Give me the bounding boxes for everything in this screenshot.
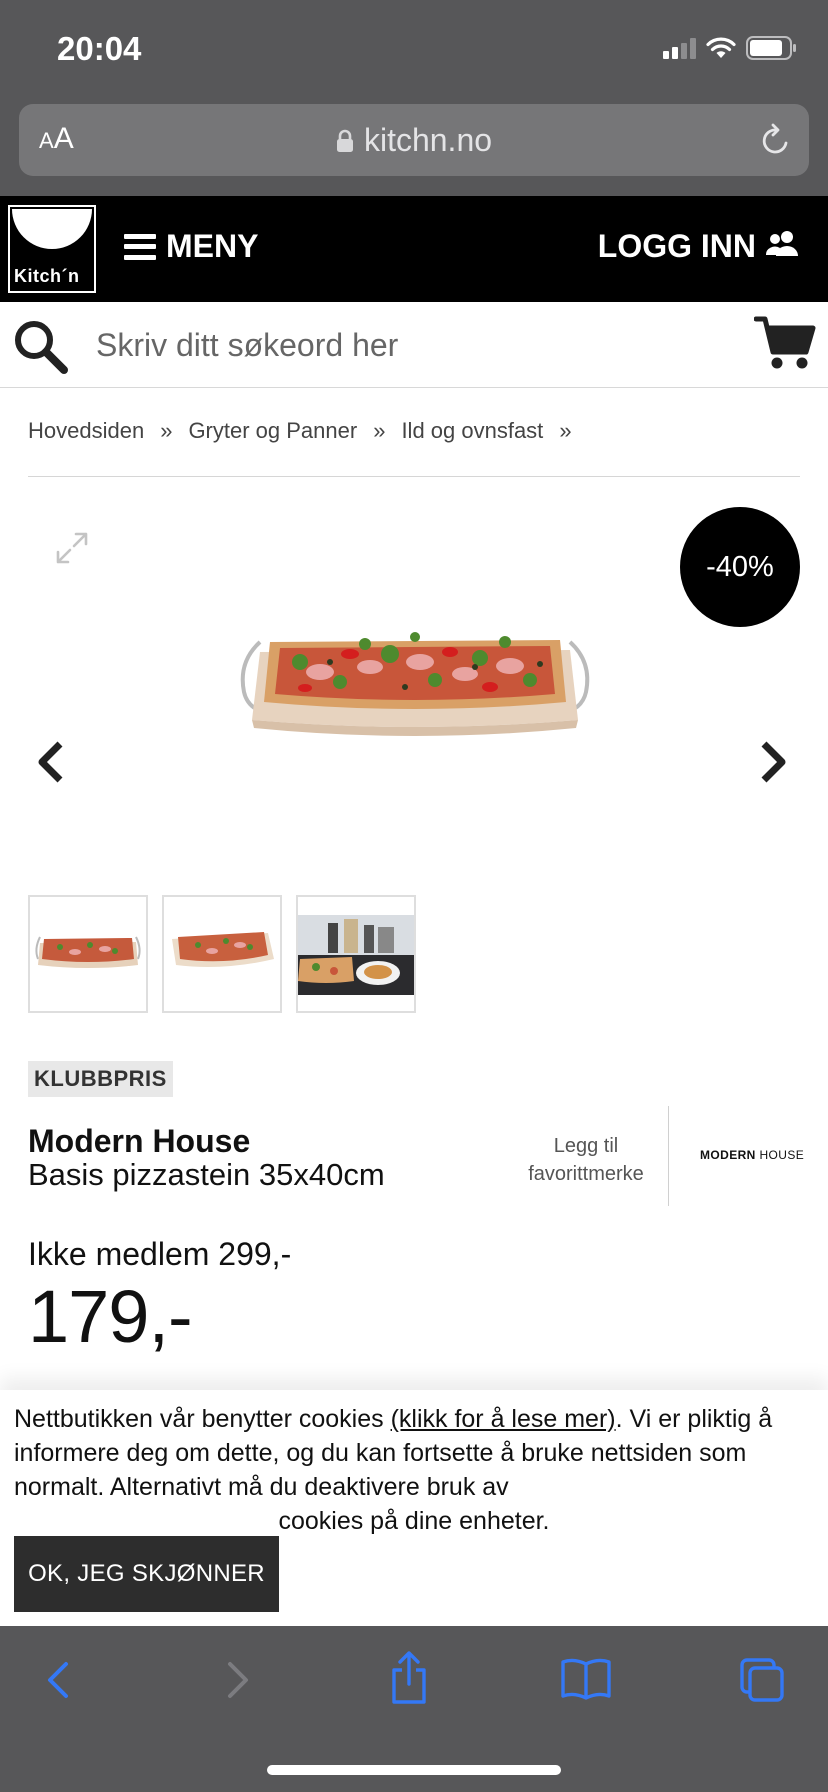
address-bar[interactable]: AA kitchn.no xyxy=(19,104,809,176)
product-title: Basis pizzastein 35x40cm xyxy=(28,1157,385,1192)
reload-icon[interactable] xyxy=(759,122,793,163)
site-header: Kitch´n MENY LOGG INN xyxy=(0,196,828,302)
breadcrumb-separator: » xyxy=(373,418,386,443)
breadcrumb-ovenware[interactable]: Ild og ovnsfast xyxy=(401,418,543,444)
user-group-icon xyxy=(765,228,798,265)
status-time: 20:04 xyxy=(57,30,142,67)
wifi-icon xyxy=(706,37,736,59)
cookie-message: Nettbutikken vår benytter cookies (klikk… xyxy=(14,1405,773,1535)
product-image[interactable] xyxy=(230,592,600,777)
back-icon[interactable] xyxy=(42,1656,76,1709)
bookmarks-icon[interactable] xyxy=(560,1656,612,1705)
thumbnail-1[interactable] xyxy=(28,895,148,1013)
logo-text: Kitch´n xyxy=(14,266,80,286)
url-display[interactable]: kitchn.no xyxy=(19,122,809,161)
gallery-prev-button[interactable] xyxy=(36,740,66,789)
login-label: LOGG INN xyxy=(597,228,756,264)
home-indicator xyxy=(267,1765,561,1775)
tabs-icon[interactable] xyxy=(738,1656,786,1709)
share-icon[interactable] xyxy=(388,1650,430,1711)
divider xyxy=(668,1106,669,1206)
favorite-line-2: favorittmerke xyxy=(528,1163,644,1185)
signal-icon xyxy=(663,37,696,59)
gallery-next-button[interactable] xyxy=(758,740,788,789)
cookie-banner: Nettbutikken vår benytter cookies (klikk… xyxy=(0,1390,828,1626)
cookie-accept-button[interactable]: OK, JEG SKJØNNER xyxy=(14,1536,279,1612)
add-favorite-brand-link[interactable]: Legg til favorittmerke xyxy=(510,1132,662,1188)
discount-badge: -40% xyxy=(680,507,800,627)
status-icons xyxy=(663,36,798,60)
hamburger-icon xyxy=(124,233,156,260)
breadcrumb-separator: » xyxy=(559,418,572,443)
breadcrumb-pots-pans[interactable]: Gryter og Panner xyxy=(188,418,357,444)
login-button[interactable]: LOGG INN xyxy=(598,228,798,265)
breadcrumb-divider xyxy=(28,476,800,477)
brand-logo[interactable]: MODERN HOUSE xyxy=(700,1148,804,1162)
menu-button[interactable]: MENY xyxy=(124,228,258,265)
thumbnail-2[interactable] xyxy=(162,895,282,1013)
thumbnail-3[interactable] xyxy=(296,895,416,1013)
search-input[interactable] xyxy=(96,320,716,370)
club-price-badge: KLUBBPRIS xyxy=(28,1061,173,1097)
url-text: kitchn.no xyxy=(363,122,493,158)
favorite-line-1: Legg til xyxy=(553,1135,619,1157)
regular-price: Ikke medlem 299,- xyxy=(28,1236,292,1272)
breadcrumb-home[interactable]: Hovedsiden xyxy=(28,418,144,444)
search-icon[interactable] xyxy=(12,318,70,381)
lock-icon xyxy=(336,124,354,161)
breadcrumb: Hovedsiden » Gryter og Panner » Ild og o… xyxy=(28,418,588,444)
logo-bowl-icon xyxy=(12,209,92,249)
forward-icon[interactable] xyxy=(220,1656,254,1709)
thumbnail-strip xyxy=(28,895,416,1013)
kitchn-logo[interactable]: Kitch´n xyxy=(8,205,96,293)
product-brand[interactable]: Modern House xyxy=(28,1123,250,1160)
expand-icon[interactable] xyxy=(54,530,90,571)
menu-label: MENY xyxy=(166,228,259,264)
breadcrumb-separator: » xyxy=(160,418,173,443)
battery-icon xyxy=(746,36,798,60)
club-price: 179,- xyxy=(28,1275,193,1358)
search-bar xyxy=(0,302,828,388)
cookie-read-more-link[interactable]: (klikk for å lese mer) xyxy=(391,1405,616,1433)
cart-icon[interactable] xyxy=(753,314,816,377)
browser-top-bar: 20:04 AA kitchn.no xyxy=(0,0,828,196)
